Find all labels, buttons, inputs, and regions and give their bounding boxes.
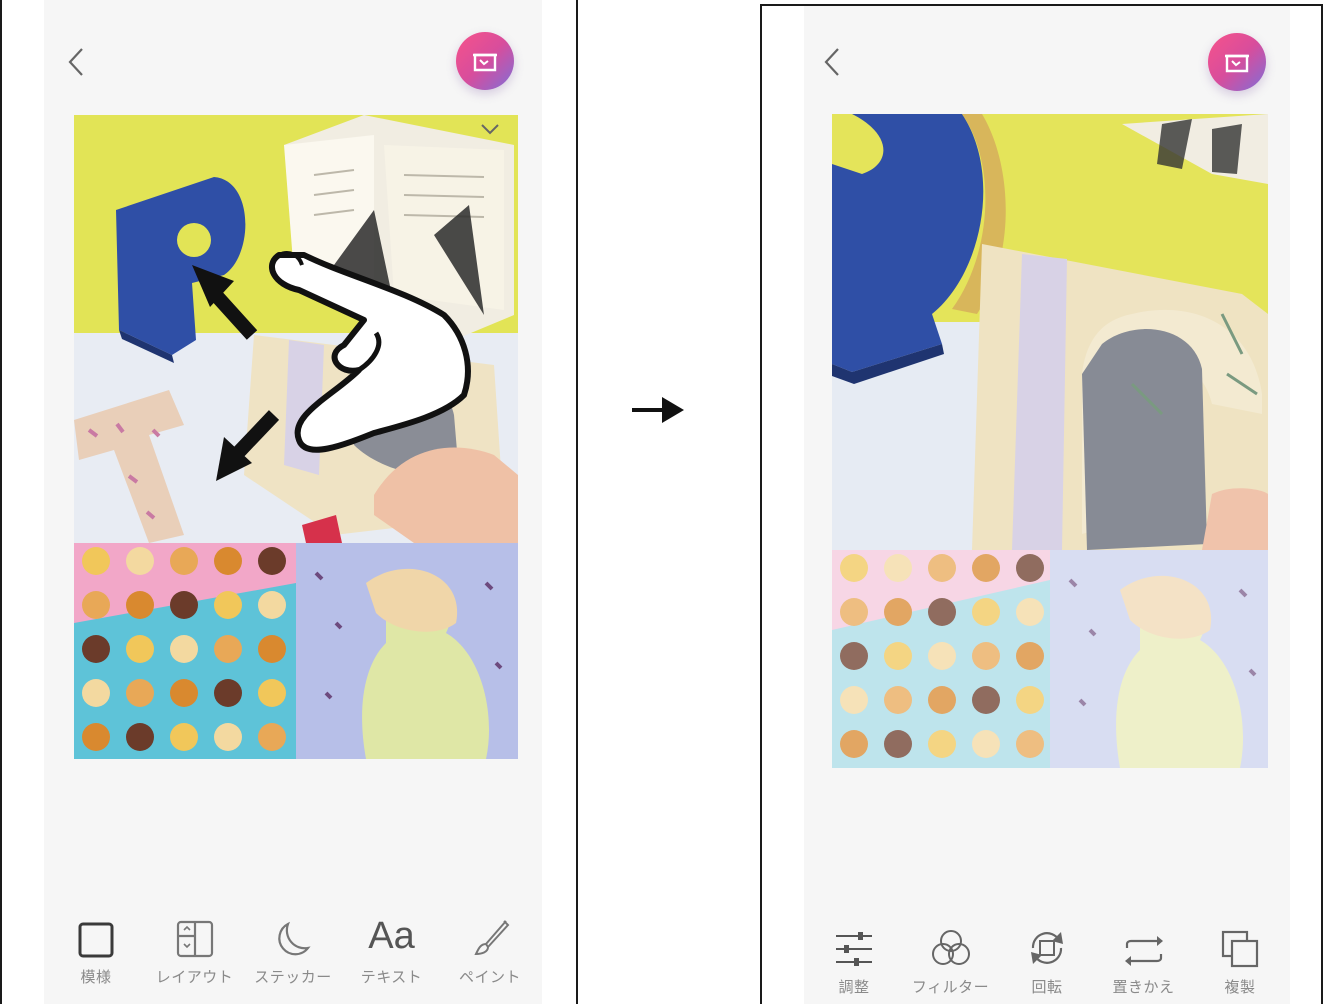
photo-letters-zoomed[interactable] <box>832 114 1268 550</box>
photo-cookies[interactable] <box>74 543 296 759</box>
tool-label: フィルター <box>911 978 990 996</box>
printer-icon <box>473 53 497 72</box>
phone-before: 模様 レイアウト ステッカー Aa テキスト ペイント <box>0 0 578 1004</box>
editor-screen: 調整 フィルター 回転 置きかえ 複製 <box>804 6 1290 1004</box>
tool-label: 模様 <box>80 968 112 986</box>
cookie <box>214 547 242 575</box>
tool-label: ペイント <box>458 968 521 986</box>
print-button[interactable] <box>1208 33 1266 91</box>
swap-icon <box>1124 936 1163 966</box>
printer-icon <box>1225 54 1249 73</box>
cookie <box>170 635 198 663</box>
cookie <box>214 591 242 619</box>
filter-circles-icon <box>931 930 970 965</box>
photo-girl[interactable] <box>296 543 518 759</box>
layout-tool[interactable]: レイアウト <box>149 906 241 987</box>
collage-canvas <box>832 114 1268 768</box>
text-aa-icon: Aa <box>368 915 415 957</box>
cookie <box>82 635 110 663</box>
editor-screen: 模様 レイアウト ステッカー Aa テキスト ペイント <box>44 0 542 1004</box>
cookie <box>258 723 286 751</box>
pattern-tool[interactable]: 模様 <box>50 906 142 987</box>
cookie <box>82 591 110 619</box>
phone-after: 調整 フィルター 回転 置きかえ 複製 <box>760 4 1323 1004</box>
cookie <box>170 723 198 751</box>
cookie <box>170 547 198 575</box>
back-button[interactable] <box>814 44 850 80</box>
replace-tool[interactable]: 置きかえ <box>1098 916 1190 997</box>
cookie <box>126 547 154 575</box>
photo-girl[interactable] <box>1050 550 1268 768</box>
cookie <box>170 591 198 619</box>
arrow-right-icon <box>632 397 684 423</box>
cookie <box>214 723 242 751</box>
cookie <box>214 635 242 663</box>
duplicate-icon <box>1221 930 1259 968</box>
cookie <box>258 679 286 707</box>
adjust-tool[interactable]: 調整 <box>808 916 900 997</box>
back-button[interactable] <box>58 44 94 80</box>
cookie <box>170 679 198 707</box>
print-button[interactable] <box>456 32 514 90</box>
photo-edit-toolbar: 調整 フィルター 回転 置きかえ 複製 <box>804 916 1290 997</box>
cookie <box>258 635 286 663</box>
cookie <box>82 723 110 751</box>
paint-tool[interactable]: ペイント <box>444 906 536 987</box>
tool-label: レイアウト <box>155 968 234 986</box>
photo-cookies[interactable] <box>832 550 1050 768</box>
brush-icon <box>474 920 510 956</box>
rotate-tool[interactable]: 回転 <box>1001 916 1093 997</box>
tool-label: 調整 <box>838 978 870 996</box>
tool-label: ステッカー <box>254 968 332 986</box>
sliders-icon <box>836 932 872 966</box>
cookie <box>82 679 110 707</box>
text-tool[interactable]: Aa テキスト <box>346 906 438 987</box>
girl-image <box>296 543 518 759</box>
cookie <box>258 547 286 575</box>
photo-letters[interactable] <box>74 115 518 543</box>
cookie <box>214 679 242 707</box>
cookie <box>126 635 154 663</box>
tool-label: 置きかえ <box>1112 978 1175 996</box>
tool-label: 複製 <box>1224 978 1256 996</box>
moon-sticker-icon <box>278 921 311 956</box>
tool-label: 回転 <box>1031 978 1063 996</box>
square-frame-icon <box>78 922 114 958</box>
cookie <box>126 679 154 707</box>
cookies-image <box>832 550 1050 768</box>
cookies-image <box>74 543 296 759</box>
filter-tool[interactable]: フィルター <box>905 916 997 997</box>
edit-toolbar: 模様 レイアウト ステッカー Aa テキスト ペイント <box>44 906 542 987</box>
cookie <box>258 591 286 619</box>
sticker-tool[interactable]: ステッカー <box>247 906 339 987</box>
girl-image <box>1050 550 1268 768</box>
cookie <box>126 723 154 751</box>
rotate-icon <box>1031 932 1063 964</box>
layout-grid-icon <box>176 920 213 958</box>
chevron-left-icon <box>68 48 83 76</box>
collage-canvas <box>74 115 518 759</box>
tool-label: テキスト <box>360 968 423 986</box>
chevron-left-icon <box>824 48 839 76</box>
cookie <box>82 547 110 575</box>
cookie <box>126 591 154 619</box>
duplicate-tool[interactable]: 複製 <box>1194 916 1286 997</box>
